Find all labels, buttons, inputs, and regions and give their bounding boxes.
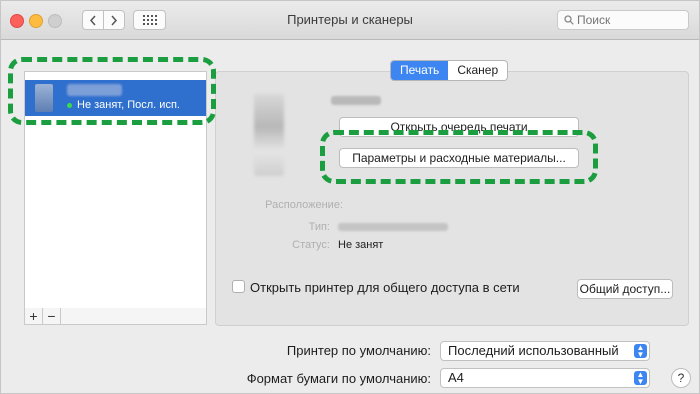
print-scan-tabs: Печать Сканер <box>390 60 509 81</box>
default-paper-select[interactable]: A4 ▲ ▼ <box>440 368 650 388</box>
printer-status: Не занят, Посл. исп. <box>67 99 180 111</box>
default-printer-select[interactable]: Последний использованный ▲ ▼ <box>440 341 650 361</box>
select-stepper-icon: ▲ ▼ <box>634 344 647 359</box>
default-printer-value: Последний использованный <box>448 343 619 358</box>
default-paper-value: A4 <box>448 370 464 385</box>
options-supplies-button[interactable]: Параметры и расходные материалы... <box>339 148 579 168</box>
select-stepper-icon: ▲ ▼ <box>634 371 647 386</box>
status-dot-icon <box>67 102 72 108</box>
tab-print[interactable]: Печать <box>391 61 449 80</box>
chevron-left-icon <box>89 15 96 25</box>
tab-scanner[interactable]: Сканер <box>448 61 507 80</box>
search-icon <box>564 15 574 25</box>
search-field[interactable] <box>557 10 689 30</box>
grid-icon <box>142 15 157 25</box>
help-button[interactable]: ? <box>671 368 691 388</box>
default-paper-label: Формат бумаги по умолчанию: <box>246 371 431 386</box>
printer-image <box>254 94 284 176</box>
add-printer-button[interactable]: + <box>25 308 43 324</box>
close-window-button[interactable] <box>10 14 24 28</box>
share-printer-label: Открыть принтер для общего доступа в сет… <box>250 280 520 295</box>
type-label: Тип: <box>308 221 330 233</box>
printer-list: Не занят, Посл. исп. <box>24 71 207 310</box>
status-value: Не занят <box>338 239 384 251</box>
printers-scanners-window: Принтеры и сканеры Не занят, Посл. исп. … <box>0 0 700 394</box>
printer-icon <box>35 84 53 112</box>
default-printer-label: Принтер по умолчанию: <box>286 343 431 358</box>
list-controls: + − <box>24 308 207 325</box>
search-input[interactable] <box>574 13 677 27</box>
status-label: Статус: <box>292 239 330 251</box>
zoom-window-button[interactable] <box>48 14 62 28</box>
show-all-button[interactable] <box>133 10 166 30</box>
minimize-window-button[interactable] <box>29 14 43 28</box>
printer-list-item[interactable]: Не занят, Посл. исп. <box>25 80 206 116</box>
printer-model-redacted <box>331 96 381 105</box>
title-bar: Принтеры и сканеры <box>1 1 699 40</box>
back-button[interactable] <box>82 10 104 30</box>
printer-status-text: Не занят, Посл. исп. <box>77 99 180 111</box>
location-label: Расположение: <box>265 199 343 211</box>
type-value-redacted <box>338 223 448 231</box>
printer-name-redacted <box>67 84 122 96</box>
forward-button[interactable] <box>103 10 125 30</box>
remove-printer-button[interactable]: − <box>43 308 61 324</box>
open-print-queue-button[interactable]: Открыть очередь печати <box>339 117 579 137</box>
share-printer-checkbox[interactable] <box>232 280 245 293</box>
chevron-right-icon <box>111 15 118 25</box>
sharing-preferences-button[interactable]: Общий доступ... <box>577 279 673 299</box>
